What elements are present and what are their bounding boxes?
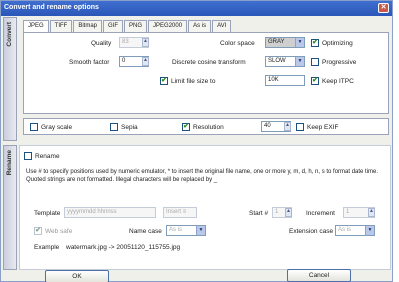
progressive-label: Progressive <box>322 59 357 66</box>
extension-case-value: As is <box>338 227 352 233</box>
rename-help-text: Use # to specify positions used by numer… <box>26 169 379 183</box>
side-tab-convert[interactable]: Convert <box>3 17 17 141</box>
extension-case-select[interactable]: As is ▼ <box>335 225 375 236</box>
side-tab-rename[interactable]: Rename <box>3 145 17 270</box>
resolution-spinner[interactable]: ▲ <box>284 122 291 131</box>
start-label: Start # <box>249 210 269 217</box>
sepia-label: Sepia <box>121 124 138 131</box>
example-label: Example <box>34 244 60 251</box>
dct-value: SLOW <box>268 58 286 64</box>
tab-tiff[interactable]: TIFF <box>49 20 73 32</box>
smooth-spinner[interactable]: ▲ <box>142 57 149 66</box>
ok-button[interactable]: OK <box>45 270 109 282</box>
keep-exif-checkbox[interactable] <box>296 123 304 131</box>
start-spinner[interactable]: ▲ <box>285 208 292 217</box>
cancel-button[interactable]: Cancel <box>287 269 351 282</box>
side-tab-rename-label: Rename <box>6 150 13 176</box>
keep-itpc-label: Keep ITPC <box>322 78 354 85</box>
name-case-select[interactable]: As is ▼ <box>166 225 206 236</box>
color-space-value: GRAY <box>268 39 285 45</box>
limit-size-label: Limit file size to <box>171 78 216 85</box>
title-bar: Convert and rename options ✕ <box>1 1 392 16</box>
window-title: Convert and rename options <box>4 4 99 11</box>
rename-panel: Rename Use # to specify positions used b… <box>19 145 391 270</box>
dct-label: Discrete cosine transform <box>172 59 246 66</box>
quality-spinner[interactable]: ▲ <box>142 38 149 47</box>
name-case-value: As is <box>169 227 183 233</box>
progressive-checkbox[interactable] <box>311 58 319 66</box>
rename-label: Rename <box>35 153 60 160</box>
tab-gif[interactable]: GIF <box>103 20 124 32</box>
optimizing-checkbox[interactable]: ✔ <box>311 39 319 47</box>
side-tab-convert-label: Convert <box>6 22 13 47</box>
template-label: Template <box>34 210 61 217</box>
keep-itpc-checkbox[interactable]: ✔ <box>311 77 319 85</box>
convert-rename-dialog: Convert and rename options ✕ Convert JPE… <box>0 0 393 282</box>
increment-label: Increment <box>306 210 335 217</box>
spin-up-icon: ▲ <box>285 122 290 128</box>
dct-select[interactable]: SLOW ▼ <box>265 56 305 67</box>
web-safe-checkbox[interactable]: ✔ <box>34 227 42 235</box>
color-space-label: Color space <box>220 40 255 47</box>
resolution-checkbox[interactable]: ✔ <box>182 123 190 131</box>
keep-exif-label: Keep EXIF <box>307 124 339 131</box>
tab-bitmap[interactable]: Bitmap <box>73 20 103 32</box>
web-safe-label: Web safe <box>45 228 73 235</box>
close-icon[interactable]: ✕ <box>378 3 389 13</box>
format-tabs: JPEG TIFF Bitmap GIF PNG JPEG2000 As is … <box>23 20 232 33</box>
chevron-down-icon: ▼ <box>196 226 205 235</box>
tab-avi[interactable]: AVI <box>212 20 232 32</box>
limit-size-checkbox[interactable]: ✔ <box>160 77 168 85</box>
smooth-factor-label: Smooth factor <box>69 59 110 66</box>
limit-size-input[interactable]: 10K <box>265 75 305 86</box>
tab-jpeg2000[interactable]: JPEG2000 <box>148 20 188 32</box>
spin-up-icon: ▲ <box>369 208 374 214</box>
resolution-label: Resolution <box>193 124 224 131</box>
gray-scale-label: Gray scale <box>41 124 73 131</box>
convert-options-row: Gray scale Sepia ✔ Resolution 40 ▲ Keep … <box>23 118 389 135</box>
example-value: watermark.jpg -> 20051120_115755.jpg <box>66 244 181 251</box>
chevron-down-icon: ▼ <box>295 38 304 47</box>
template-input[interactable]: yyyymmdd hhnnss <box>64 207 156 218</box>
chevron-down-icon: ▼ <box>365 226 374 235</box>
extension-case-label: Extension case <box>289 228 334 235</box>
increment-spinner[interactable]: ▲ <box>368 208 375 217</box>
jpeg-options-panel: Quality 83 ▲ Smooth factor 0 ▲ Color spa… <box>23 32 389 114</box>
insert-button[interactable]: Insert ≡ <box>163 207 197 218</box>
chevron-down-icon: ▼ <box>295 57 304 66</box>
tab-png[interactable]: PNG <box>124 20 148 32</box>
spin-up-icon: ▲ <box>143 38 148 44</box>
gray-scale-checkbox[interactable] <box>30 123 38 131</box>
spin-up-icon: ▲ <box>286 208 291 214</box>
sepia-checkbox[interactable] <box>110 123 118 131</box>
tab-as-is[interactable]: As is <box>188 20 212 32</box>
name-case-label: Name case <box>129 228 162 235</box>
color-space-select[interactable]: GRAY ▼ <box>265 37 305 48</box>
optimizing-label: Optimizing <box>322 40 353 47</box>
spin-up-icon: ▲ <box>143 57 148 63</box>
rename-checkbox[interactable] <box>24 152 32 160</box>
quality-label: Quality <box>91 40 112 47</box>
